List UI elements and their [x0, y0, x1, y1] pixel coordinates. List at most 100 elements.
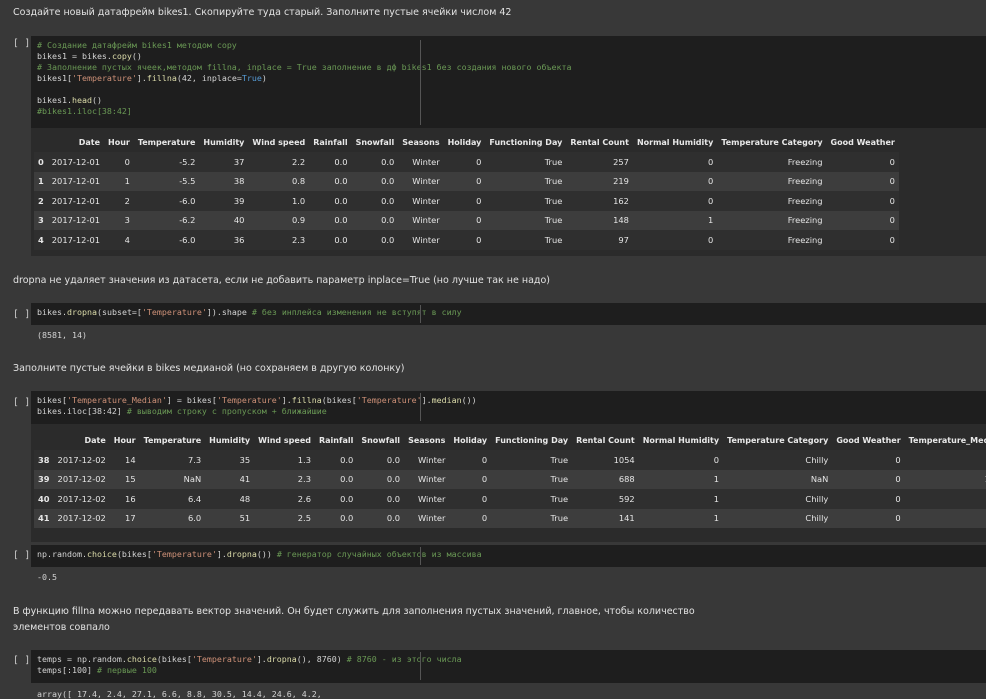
table-cell: Chilly	[723, 450, 833, 470]
code-cell[interactable]: # Создание датафрейм bikes1 методом copy…	[31, 36, 986, 128]
table-cell: 0	[443, 191, 486, 211]
code-cell[interactable]: bikes.dropna(subset=['Temperature']).sha…	[31, 303, 986, 325]
code-comment: # Создание датафрейм bikes1 методом copy	[37, 40, 237, 50]
table-cell: 219	[566, 171, 633, 191]
code-text: bikes[	[37, 395, 67, 405]
table-cell: True	[485, 230, 567, 250]
table-cell: 41	[205, 469, 255, 489]
table-cell: 688	[572, 469, 639, 489]
column-header: Wind speed	[252, 138, 306, 147]
table-cell: Freezing	[717, 230, 827, 250]
table-row: 40 2017-12-02 16 6.4 48 2.6 0.0 0.0 Winter 0 True 5…	[34, 489, 986, 509]
table-cell: 2017-12-01	[47, 152, 104, 172]
code-func: dropna	[266, 654, 297, 664]
column-header: Snowfall	[361, 436, 401, 445]
cell-prompt[interactable]: [ ]	[13, 309, 30, 320]
column-header: Functioning Day	[489, 138, 563, 147]
column-header: Rainfall	[318, 436, 354, 445]
table-cell: 6.4	[139, 489, 206, 509]
table-cell: 0.0	[309, 210, 352, 230]
table-cell: 0.0	[351, 152, 399, 172]
table-header-row: Date Hour Temperature Humidity Wind speed Rai…	[34, 133, 899, 152]
table-row: 4 2017-12-01 4 -6.0 36 2.3 0.0 0.0 Winter 0 True 97…	[34, 230, 899, 250]
table-cell: 37	[199, 152, 249, 172]
cell-output: array([ 17.4, 2.4, 27.1, 6.6, 8.8, 30.5,…	[37, 689, 322, 699]
code-text: (bikes[	[321, 395, 357, 405]
table-cell: 40	[199, 210, 249, 230]
code-cell[interactable]: bikes['Temperature_Median'] = bikes['Tem…	[31, 391, 986, 424]
table-cell: 2017-12-02	[53, 450, 110, 470]
row-index: 38	[34, 450, 54, 470]
cell-output: -0.5	[37, 572, 57, 582]
table-cell: 1.3	[254, 450, 315, 470]
code-string: 'Temperature'	[71, 73, 137, 83]
code-cell[interactable]: temps = np.random.choice(bikes['Temperat…	[31, 650, 986, 683]
cell-prompt[interactable]: [ ]	[13, 397, 30, 408]
code-text: (bikes[	[116, 549, 152, 559]
table-cell: 0	[632, 171, 718, 191]
column-header: Humidity	[203, 138, 245, 147]
code-string: 'Temperature'	[356, 395, 422, 405]
table-cell: 16	[109, 489, 140, 509]
code-text: bikes1[	[37, 73, 72, 83]
dataframe-table: Date Hour Temperature Humidity Wind speed Rai…	[34, 431, 986, 528]
table-cell: 0	[443, 171, 486, 191]
column-header: Temperature_Median	[908, 436, 986, 445]
table-cell: 2.3	[248, 230, 310, 250]
table-cell: 97	[566, 230, 633, 250]
cell-prompt[interactable]: [ ]	[13, 550, 30, 561]
row-index: 41	[34, 508, 54, 528]
table-cell: 0	[832, 450, 905, 470]
row-index: 39	[34, 469, 54, 489]
table-cell: 4	[104, 230, 134, 250]
code-string: 'Temperature'	[191, 654, 257, 664]
table-row: 3 2017-12-01 3 -6.2 40 0.9 0.0 0.0 Winter 0 True 14…	[34, 210, 899, 230]
table-cell: 36	[199, 230, 249, 250]
markdown-text: dropna не удаляет значения из датасета, …	[13, 275, 550, 286]
row-index: 4	[34, 230, 48, 250]
table-cell: 0	[443, 230, 486, 250]
table-cell: 162	[566, 191, 633, 211]
table-cell: True	[485, 210, 567, 230]
indent-guide	[420, 40, 421, 125]
code-text: ].	[281, 395, 292, 405]
table-cell: NaN	[723, 469, 833, 489]
table-cell: Winter	[398, 230, 444, 250]
column-header: Wind speed	[258, 436, 311, 445]
cell-prompt[interactable]: [ ]	[13, 655, 30, 666]
column-header: Rainfall	[313, 138, 348, 147]
code-comment: # генератор случайных объектов из массив…	[276, 549, 482, 559]
code-func: choice	[86, 549, 117, 559]
column-header: Temperature	[137, 138, 196, 147]
code-text: ()	[91, 95, 102, 105]
column-header: Seasons	[408, 436, 446, 445]
table-cell: Freezing	[717, 191, 827, 211]
column-header: Rental Count	[576, 436, 635, 445]
code-func: median	[431, 395, 462, 405]
table-cell: 2.3	[254, 469, 315, 489]
code-func: head	[71, 95, 92, 105]
code-text: ].	[136, 73, 147, 83]
indent-guide	[420, 652, 421, 680]
column-header: Temperature	[143, 436, 202, 445]
table-cell: -6.0	[133, 191, 200, 211]
code-text: temps = np.random.	[37, 654, 127, 664]
code-comment: # первые 100	[96, 665, 157, 675]
table-cell: 2017-12-01	[47, 230, 104, 250]
code-cell[interactable]: np.random.choice(bikes['Temperature'].dr…	[31, 545, 986, 567]
table-cell: 0.0	[357, 450, 405, 470]
row-index: 40	[34, 489, 54, 509]
table-cell: Winter	[404, 469, 450, 489]
column-header: Temperature Category	[721, 138, 823, 147]
table-cell: 1	[104, 171, 134, 191]
cell-prompt[interactable]: [ ]	[13, 38, 30, 49]
table-cell: 0	[638, 450, 724, 470]
table-header-row: Date Hour Temperature Humidity Wind speed Rai…	[34, 431, 986, 450]
code-text: ())	[256, 549, 277, 559]
table-cell: 14	[109, 450, 140, 470]
table-cell: Freezing	[717, 171, 827, 191]
code-string: 'Temperature'	[216, 395, 282, 405]
table-cell: 0.0	[357, 508, 405, 528]
column-header: Seasons	[402, 138, 440, 147]
row-index: 3	[34, 210, 48, 230]
